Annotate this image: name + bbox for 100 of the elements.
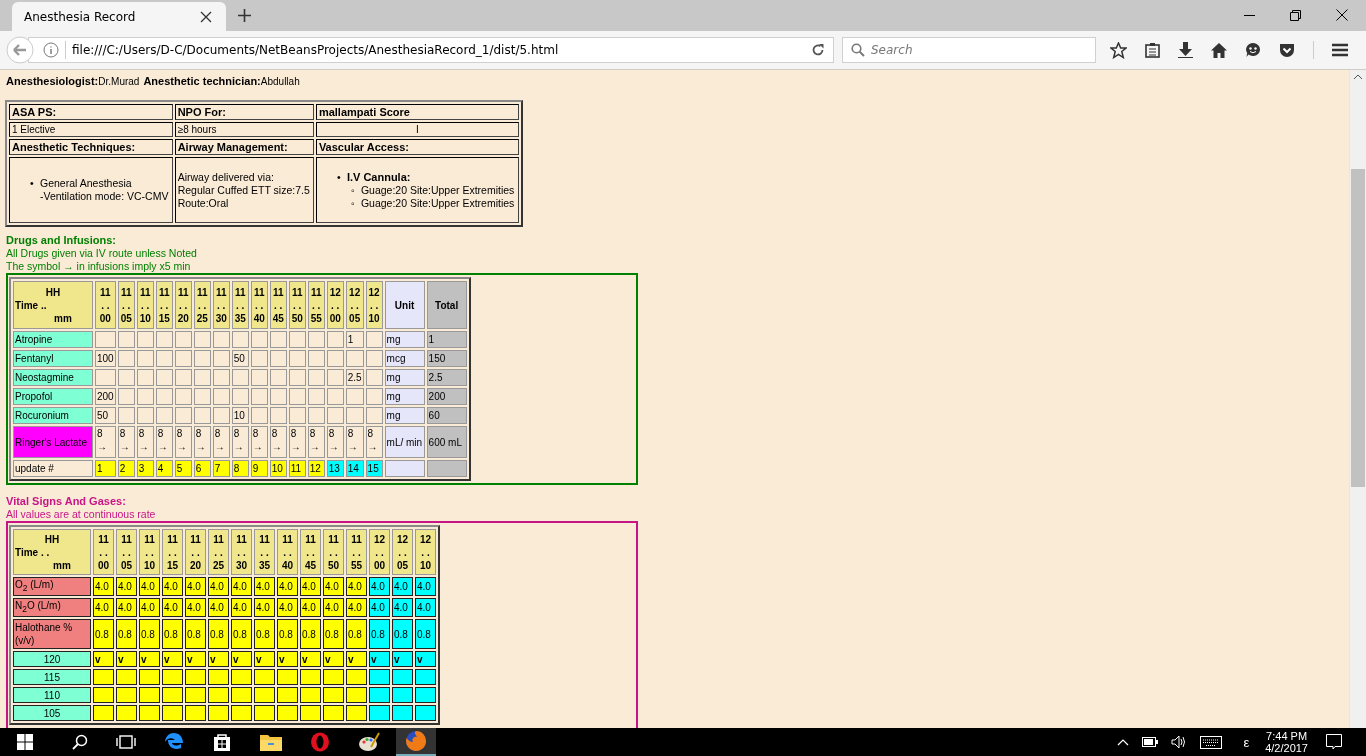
table-cell: 4.0 [323, 598, 344, 617]
reload-icon[interactable] [811, 43, 825, 57]
search-icon [851, 43, 865, 57]
time-header: 11 . . 30 [212, 281, 230, 329]
table-cell: 200 [95, 388, 116, 405]
table-cell: Vascular Access: [315, 139, 519, 155]
star-icon[interactable] [1110, 41, 1127, 59]
plus-icon[interactable] [238, 9, 251, 22]
table-cell: mL/ min [384, 426, 425, 458]
table-cell: 4.0 [277, 577, 298, 596]
scrollbar[interactable] [1349, 70, 1366, 728]
table-cell: 8 → [250, 426, 268, 458]
pocket-icon[interactable] [1279, 42, 1295, 58]
time-header: 11 . . 50 [288, 281, 306, 329]
speaker-icon[interactable] [1171, 735, 1188, 749]
time-header: 11 . . 35 [254, 529, 275, 575]
table-cell: 0.8 [323, 619, 344, 649]
task-view-icon[interactable] [116, 735, 136, 749]
table-cell: mg [384, 369, 425, 386]
firefox-icon[interactable] [405, 730, 427, 752]
table-cell: 50 [95, 407, 116, 424]
table-cell: • General Anesthesia -Ventilation mode: VC-CMV [9, 157, 173, 223]
table-cell: mallampati Score [315, 104, 519, 120]
restore-icon[interactable] [1290, 9, 1301, 21]
table-cell: 4.0 [139, 577, 160, 596]
home-icon[interactable] [1211, 42, 1227, 58]
table-cell: 100 [95, 350, 116, 367]
table-cell: 4.0 [116, 598, 137, 617]
table-cell: 0.8 [415, 619, 436, 649]
paint-palette-icon[interactable] [358, 732, 380, 752]
table-cell: 0.8 [208, 619, 229, 649]
clock-date[interactable]: 4/2/2017 [1265, 742, 1308, 754]
time-header: 12 . . 05 [392, 529, 413, 575]
download-icon[interactable] [1178, 42, 1193, 58]
table-cell: I [315, 122, 519, 137]
section-note: All values are at continuous rate [6, 508, 157, 521]
battery-icon[interactable] [1142, 737, 1159, 747]
smiley-icon[interactable] [1245, 42, 1261, 58]
time-header: 12 . . 10 [415, 529, 436, 575]
table-cell: 0.8 [346, 619, 367, 649]
time-header: 11 . . 00 [95, 281, 116, 329]
row-label: O$_{2}$ (L/m) [13, 577, 91, 596]
table-cell: 0.8 [162, 619, 183, 649]
time-header: HH Time . . mm [13, 529, 91, 575]
chevron-up-icon[interactable] [1117, 738, 1130, 746]
table-cell: 4.0 [231, 577, 252, 596]
close-icon[interactable] [1336, 9, 1348, 21]
search-icon[interactable] [72, 734, 88, 750]
table-cell: mg [384, 407, 425, 424]
notification-icon[interactable] [1326, 734, 1342, 750]
address-field[interactable]: file:///C:/Users/D-C/Documents/NetBeansProjects/AnesthesiaRecord_1/dist/5.html [28, 37, 834, 63]
time-header: 11 . . 55 [346, 529, 367, 575]
time-header: 11 . . 15 [155, 281, 173, 329]
browser-tab[interactable]: Anesthesia Record [12, 2, 226, 31]
table-cell: 8 → [136, 426, 154, 458]
close-icon[interactable] [200, 10, 212, 23]
time-header: 11 . . 45 [269, 281, 287, 329]
table-cell: 4.0 [254, 598, 275, 617]
table-cell: 4.0 [254, 577, 275, 596]
table-cell: 150 [426, 350, 467, 367]
drug-name: Atropine [13, 331, 93, 348]
table-cell: 0.8 [254, 619, 275, 649]
edge-browser-icon[interactable] [164, 732, 184, 752]
table-cell: 8 → [155, 426, 173, 458]
opera-icon[interactable] [310, 732, 330, 752]
table-cell: 4.0 [231, 598, 252, 617]
table-cell: 10 [231, 407, 249, 424]
table-cell: 50 [231, 350, 249, 367]
back-icon[interactable] [6, 36, 34, 64]
table-cell: 0.8 [300, 619, 321, 649]
menu-icon[interactable] [1332, 43, 1348, 57]
windows-icon[interactable] [17, 734, 33, 750]
table-cell: Airway delivered via: Regular Cuffed ETT size:7.5 Route:Oral [174, 157, 314, 223]
clock-time[interactable]: 7:44 PM [1266, 730, 1308, 742]
row-label: 120 [13, 651, 91, 667]
table-cell: 4.0 [139, 598, 160, 617]
table-cell: v [208, 651, 229, 667]
language-indicator[interactable]: ε [1243, 734, 1250, 750]
drug-name: Fentanyl [13, 350, 93, 367]
table-cell: v [93, 651, 114, 667]
table-cell: 4.0 [415, 577, 436, 596]
table-cell: 4.0 [369, 598, 390, 617]
table-cell: 15 [365, 460, 383, 477]
search-field[interactable]: Search [842, 37, 1096, 63]
time-header: 12 . . 05 [345, 281, 364, 329]
table-cell: 0.8 [231, 619, 252, 649]
keyboard-icon[interactable] [1200, 735, 1223, 749]
row-label: N$_{2}$O (L/m) [13, 598, 91, 617]
time-header: 12 . . 10 [365, 281, 383, 329]
reading-list-icon[interactable] [1145, 42, 1160, 58]
search-input[interactable]: Search [871, 43, 1071, 57]
section-note: All Drugs given via IV route unless Noted [6, 247, 198, 260]
info-icon[interactable] [43, 42, 59, 58]
table-cell: 4.0 [208, 577, 229, 596]
table-cell: v [369, 651, 390, 667]
table-cell: 4.0 [277, 598, 298, 617]
store-icon[interactable] [212, 732, 232, 752]
table-cell: update # [13, 460, 93, 477]
table-cell: 12 [307, 460, 325, 477]
folder-icon[interactable] [260, 733, 282, 751]
